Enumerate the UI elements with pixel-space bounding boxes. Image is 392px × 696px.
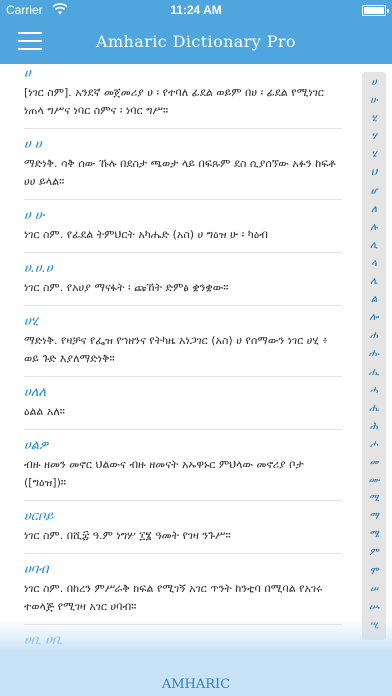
index-letter[interactable]: ሓ: [362, 382, 386, 400]
index-letter[interactable]: ሀ: [362, 74, 386, 92]
entry-headword: ሀልዎ: [24, 438, 49, 453]
entry-headword: ሀ.ሀ.ሀ: [24, 261, 53, 276]
clock: 11:24 AM: [170, 3, 222, 17]
entry-headword: ሀሂ: [24, 314, 39, 329]
index-letter[interactable]: ሑ: [362, 345, 386, 363]
index-letter[interactable]: ሔ: [362, 400, 386, 418]
dictionary-entry[interactable]: ሀለለ ዕልል አለ።: [0, 383, 392, 430]
entry-headword: ሀርቦይ: [24, 509, 54, 524]
entry-headword: ሀለለ: [24, 385, 47, 400]
alphabet-index-bar[interactable]: ሀሁሂሃሄህሆለሉሊላሌልሎሐሑሒሓሔሕሖመሙሚማሜምሞሠሡሢ: [362, 72, 386, 640]
index-letter[interactable]: ሉ: [362, 219, 386, 237]
index-letter[interactable]: ህ: [362, 164, 386, 182]
entry-definition: ነገር ስም. የፊደል ትምህርት አካሔድ (አስ) ሀ ግዕዝ ሁ ፡ ካ…: [24, 226, 342, 253]
dictionary-entry[interactable]: ሀ.ሀ.ሀ ነገር ስም. የአሀያ ማናፋት ፡ ጩኸት ድምፅ ቋንቋው።: [0, 259, 392, 306]
index-letter[interactable]: ሕ: [362, 418, 386, 436]
entry-definition: [ነገር ስም]. አንደኛ መጀመሪያ ሀ ፡ የተባለ ፊደል ወይም በሀ…: [24, 84, 342, 129]
index-letter[interactable]: ሡ: [362, 599, 386, 617]
dictionary-entry[interactable]: ሀልዎ ብዙ ዘመን መኖር ህልውና ብዙ ዘመናት አኡዋኑር ምህላው መኖ…: [0, 436, 392, 501]
entry-definition: ነገር ስም. በከረን ምሥራቅ ክፍል የሚገኝ አገር ጥንት ከንቲባ …: [24, 580, 342, 625]
index-letter[interactable]: ላ: [362, 255, 386, 273]
index-letter[interactable]: ሞ: [362, 563, 386, 581]
dictionary-entry[interactable]: ሀ ሁ ነገር ስም. የፊደል ትምህርት አካሔድ (አስ) ሀ ግዕዝ ሁ …: [0, 206, 392, 253]
index-letter[interactable]: ሒ: [362, 364, 386, 382]
dictionary-entry[interactable]: ሀርቦይ ነገር ስም. በሺ፰ ዓ.ም ነግሦ ፲፮ ዓመት የገዛ ንጉሥ።: [0, 507, 392, 554]
index-letter[interactable]: ሙ: [362, 472, 386, 490]
index-letter[interactable]: ሜ: [362, 526, 386, 544]
status-bar: Carrier 11:24 AM: [0, 0, 392, 20]
index-letter[interactable]: ሐ: [362, 327, 386, 345]
entry-headword: ሀ ሀ: [24, 137, 42, 152]
dictionary-list[interactable]: ሀ [ነገር ስም]. አንደኛ መጀመሪያ ሀ ፡ የተባለ ፊደል ወይም በ…: [0, 64, 392, 650]
index-letter[interactable]: ሂ: [362, 110, 386, 128]
index-letter[interactable]: ለ: [362, 201, 386, 219]
entry-definition: ነገር ስም. የአሀያ ማናፋት ፡ ጩኸት ድምፅ ቋንቋው።: [24, 279, 342, 306]
battery-icon: [362, 5, 389, 16]
index-letter[interactable]: ሄ: [362, 146, 386, 164]
dictionary-entry[interactable]: ሀባብ ነገር ስም. በከረን ምሥራቅ ክፍል የሚገኝ አገር ጥንት ከን…: [0, 560, 392, 625]
index-letter[interactable]: ሎ: [362, 309, 386, 327]
index-letter[interactable]: ሠ: [362, 581, 386, 599]
language-footer-button[interactable]: AMHARIC: [0, 650, 392, 696]
navigation-bar: Amharic Dictionary Pro: [0, 20, 392, 64]
index-letter[interactable]: ሚ: [362, 490, 386, 508]
index-letter[interactable]: ሆ: [362, 183, 386, 201]
index-letter[interactable]: ሃ: [362, 128, 386, 146]
dictionary-entry[interactable]: ሀሂ ማድነቅ. የዛቻና የፌዝ የኀዘንና የትካዜ አነጋገር (አስ) ሀ…: [0, 312, 392, 377]
entry-headword: ሀ ሁ: [24, 208, 45, 223]
index-letter[interactable]: መ: [362, 454, 386, 472]
entry-definition: ብዙ ዘመን መኖር ህልውና ብዙ ዘመናት አኡዋኑር ምህላው መኖሪያ …: [24, 456, 342, 501]
index-letter[interactable]: ማ: [362, 508, 386, 526]
entry-definition: ማድነቅ. ሳቅ ሰው ኹሉ በደስታ ጫወታ ላይ በፍጹም ደስ ሲያሰኘው…: [24, 155, 342, 200]
entry-definition: ነገር ስም. በሺ፰ ዓ.ም ነግሦ ፲፮ ዓመት የገዛ ንጉሥ።: [24, 527, 342, 554]
entry-headword: ሀ: [24, 66, 31, 81]
page-title: Amharic Dictionary Pro: [96, 32, 296, 51]
footer-label: AMHARIC: [161, 677, 231, 692]
entry-headword: ሀባብ: [24, 562, 49, 577]
entry-definition: ዕልል አለ።: [24, 403, 342, 430]
footer-fade: [0, 620, 392, 650]
index-letter[interactable]: ሊ: [362, 237, 386, 255]
index-letter[interactable]: ሖ: [362, 436, 386, 454]
entry-definition: ማድነቅ. የዛቻና የፌዝ የኀዘንና የትካዜ አነጋገር (አስ) ሀ የ…: [24, 332, 342, 377]
index-letter[interactable]: ሁ: [362, 92, 386, 110]
dictionary-entry[interactable]: ሀ [ነገር ስም]. አንደኛ መጀመሪያ ሀ ፡ የተባለ ፊደል ወይም በ…: [0, 64, 392, 129]
index-letter[interactable]: ም: [362, 544, 386, 562]
index-letter[interactable]: ሌ: [362, 273, 386, 291]
dictionary-entry[interactable]: ሀ ሀ ማድነቅ. ሳቅ ሰው ኹሉ በደስታ ጫወታ ላይ በፍጹም ደስ ሲያ…: [0, 135, 392, 200]
index-letter[interactable]: ል: [362, 291, 386, 309]
